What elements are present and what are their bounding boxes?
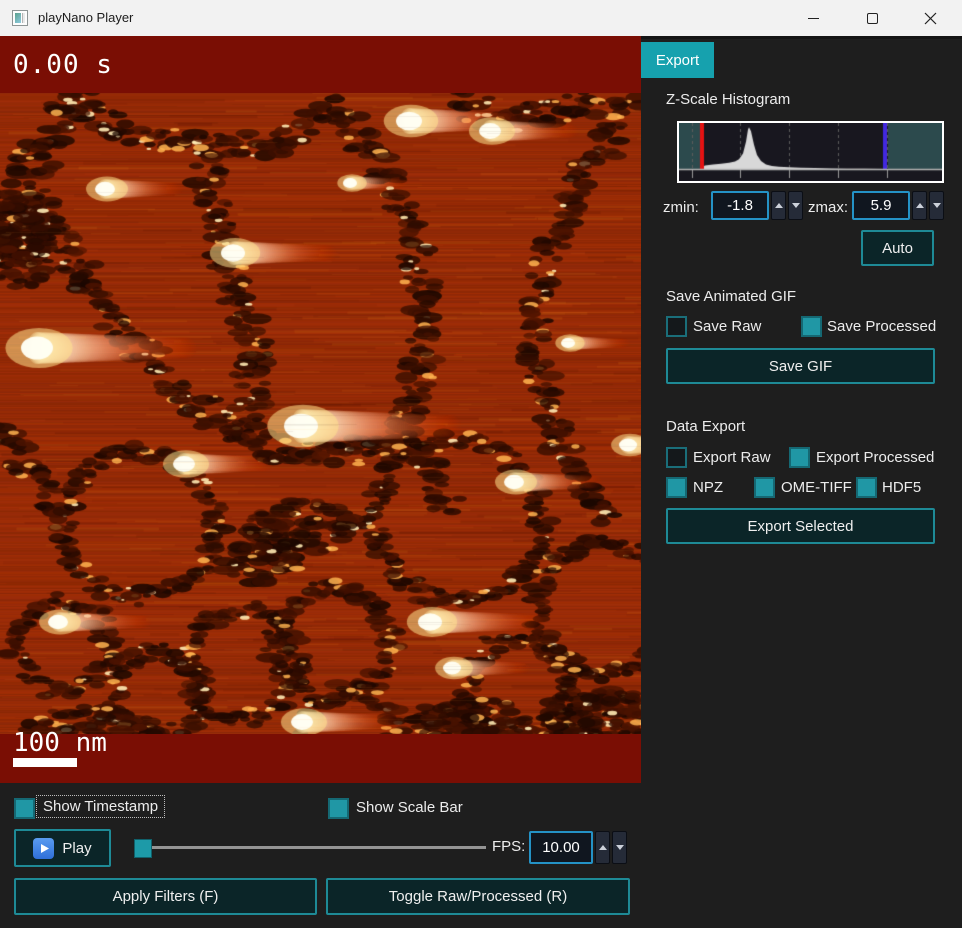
export-sidebar: Export Z-Scale Histogram zmin: -1.8 zmax…: [641, 36, 962, 928]
zmin-spin-down[interactable]: [788, 191, 803, 220]
spin-down-icon: [616, 845, 624, 850]
export-raw-checkbox[interactable]: [666, 447, 687, 468]
fps-label: FPS:: [492, 838, 525, 855]
play-label: Play: [62, 840, 91, 857]
auto-button[interactable]: Auto: [861, 230, 934, 266]
show-timestamp-label[interactable]: Show Timestamp: [36, 795, 165, 818]
afm-image: [0, 93, 641, 734]
gif-section-title: Save Animated GIF: [666, 288, 796, 305]
zmax-spin-down[interactable]: [929, 191, 944, 220]
z-scale-histogram[interactable]: [677, 121, 944, 183]
zmin-label: zmin:: [663, 199, 699, 216]
tab-export[interactable]: Export: [641, 42, 714, 78]
data-export-section-title: Data Export: [666, 418, 745, 435]
show-scale-bar-checkbox[interactable]: [328, 798, 349, 819]
minimize-button[interactable]: [790, 0, 836, 36]
export-selected-button[interactable]: Export Selected: [666, 508, 935, 544]
hdf5-label[interactable]: HDF5: [882, 479, 921, 496]
save-processed-label[interactable]: Save Processed: [827, 318, 936, 335]
zmax-label: zmax:: [808, 199, 848, 216]
export-raw-label[interactable]: Export Raw: [693, 449, 771, 466]
export-selected-label: Export Selected: [748, 518, 854, 535]
auto-label: Auto: [882, 240, 913, 257]
ome-tiff-label[interactable]: OME-TIFF: [781, 479, 852, 496]
save-raw-label[interactable]: Save Raw: [693, 318, 761, 335]
close-icon: [924, 12, 937, 25]
apply-filters-label: Apply Filters (F): [113, 888, 219, 905]
fps-spin-up[interactable]: [595, 831, 610, 864]
zmin-value[interactable]: -1.8: [711, 191, 769, 220]
hdf5-checkbox[interactable]: [856, 477, 877, 498]
timestamp-overlay: 0.00 s: [13, 50, 113, 80]
ome-tiff-checkbox[interactable]: [754, 477, 775, 498]
app-window: playNano Player 0.00 s 100 nm Show Times…: [0, 0, 962, 928]
fps-value[interactable]: 10.00: [529, 831, 593, 864]
minimize-icon: [808, 18, 819, 19]
app-icon: [12, 10, 28, 26]
toggle-raw-processed-label: Toggle Raw/Processed (R): [389, 888, 567, 905]
spin-down-icon: [933, 203, 941, 208]
histogram-canvas[interactable]: [679, 123, 942, 181]
fps-spin-down[interactable]: [612, 831, 627, 864]
spin-up-icon: [599, 845, 607, 850]
spin-up-icon: [916, 203, 924, 208]
zmax-spin-up[interactable]: [912, 191, 927, 220]
spin-up-icon: [775, 203, 783, 208]
play-icon: [33, 838, 54, 859]
scale-bar-label: 100 nm: [13, 728, 107, 758]
show-scale-bar-label[interactable]: Show Scale Bar: [356, 799, 463, 816]
save-gif-button[interactable]: Save GIF: [666, 348, 935, 384]
zmax-value[interactable]: 5.9: [852, 191, 910, 220]
zmin-spin-up[interactable]: [771, 191, 786, 220]
afm-viewer: 0.00 s 100 nm: [0, 36, 641, 783]
npz-checkbox[interactable]: [666, 477, 687, 498]
histogram-section-title: Z-Scale Histogram: [666, 91, 790, 108]
frame-slider-handle[interactable]: [134, 839, 152, 858]
export-processed-label[interactable]: Export Processed: [816, 449, 934, 466]
scale-bar: [13, 758, 77, 767]
toggle-raw-processed-button[interactable]: Toggle Raw/Processed (R): [326, 878, 630, 915]
titlebar: playNano Player: [0, 0, 962, 36]
apply-filters-button[interactable]: Apply Filters (F): [14, 878, 317, 915]
export-processed-checkbox[interactable]: [789, 447, 810, 468]
npz-label[interactable]: NPZ: [693, 479, 723, 496]
save-gif-label: Save GIF: [769, 358, 832, 375]
save-raw-checkbox[interactable]: [666, 316, 687, 337]
spin-down-icon: [792, 203, 800, 208]
frame-slider-track[interactable]: [136, 846, 486, 849]
fps-spinbox[interactable]: 10.00: [529, 831, 627, 864]
playback-panel: Show Timestamp Show Scale Bar Play FPS: …: [0, 783, 641, 928]
maximize-button[interactable]: [849, 0, 895, 36]
zmin-spinbox[interactable]: -1.8: [711, 191, 803, 220]
save-processed-checkbox[interactable]: [801, 316, 822, 337]
window-title: playNano Player: [38, 10, 133, 25]
show-timestamp-checkbox[interactable]: [14, 798, 35, 819]
maximize-icon: [867, 13, 878, 24]
close-button[interactable]: [907, 0, 953, 36]
play-button[interactable]: Play: [14, 829, 111, 867]
zmax-spinbox[interactable]: 5.9: [852, 191, 944, 220]
